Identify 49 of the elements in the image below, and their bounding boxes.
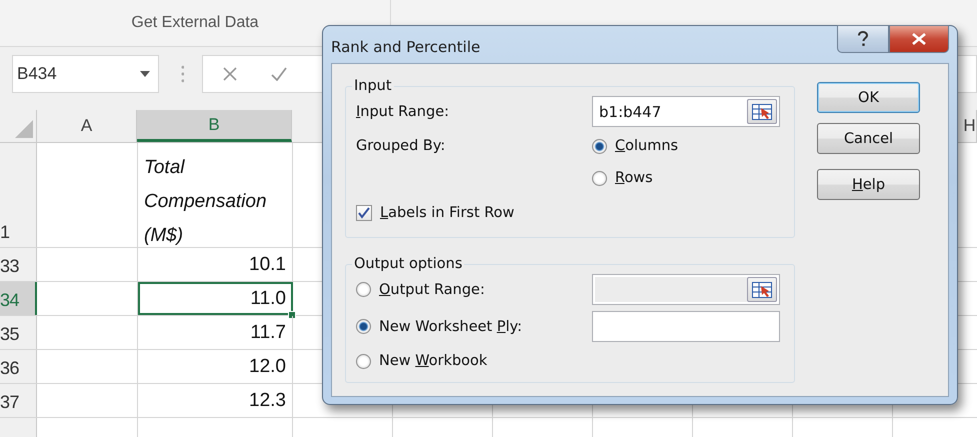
name-box[interactable]: B434 (12, 55, 159, 93)
row-header[interactable]: 34 (0, 282, 37, 315)
radio-button[interactable] (592, 170, 607, 186)
worksheet-name-field[interactable] (592, 311, 780, 342)
table-cell: 11.0 (138, 282, 293, 315)
checkbox[interactable] (356, 205, 372, 221)
dialog-button[interactable]: Cancel (817, 123, 920, 154)
radio-label: Output Range: (379, 282, 485, 298)
dialog-button[interactable]: Help (817, 169, 920, 200)
field-label: Input Range: (356, 104, 450, 120)
table-cell: 10.1 (138, 248, 293, 281)
grip-icon (180, 65, 184, 83)
input-range-field[interactable]: b1:b447 (592, 96, 780, 127)
help-button[interactable] (837, 25, 889, 53)
cancel-icon[interactable] (223, 67, 238, 81)
range-picker-icon (752, 282, 772, 298)
radio-label: New Workbook (379, 353, 488, 369)
check-icon[interactable] (271, 67, 288, 81)
dialog-button[interactable]: OK (817, 82, 920, 113)
radio-label: Columns (615, 138, 678, 154)
field-label: Grouped By: (356, 138, 446, 154)
table-cell: 11.7 (138, 316, 293, 349)
row-header[interactable]: 33 (0, 248, 37, 281)
radio-button[interactable] (356, 354, 371, 368)
column-header[interactable]: H (963, 110, 977, 142)
checkmark-icon (358, 207, 370, 219)
dropdown-caret-icon[interactable] (140, 71, 150, 77)
radio-button[interactable] (592, 138, 607, 154)
radio-label: New Worksheet Ply: (379, 318, 522, 334)
range-picker-icon (752, 104, 772, 120)
row-header[interactable]: 36 (0, 350, 37, 383)
group-title: Output options (353, 256, 464, 272)
table-cell: 12.3 (138, 384, 293, 417)
column-header[interactable]: B (137, 110, 292, 142)
table-cell: 12.0 (138, 350, 293, 383)
radio-label: Rows (615, 170, 653, 186)
row-header[interactable]: 1 (0, 143, 37, 247)
group-title: Input (353, 78, 393, 94)
checkbox-label: Labels in First Row (380, 205, 514, 221)
row-header[interactable]: 37 (0, 384, 37, 417)
ribbon-group-label: Get External Data (131, 14, 259, 32)
close-button[interactable] (889, 25, 949, 53)
row-header[interactable]: 35 (0, 316, 37, 349)
table-cell: Total Compensation (M$) (138, 143, 293, 247)
range-picker-button[interactable] (747, 99, 777, 124)
window-title: Rank and Percentile (331, 38, 480, 56)
close-icon (912, 33, 926, 45)
question-mark-icon (857, 31, 869, 47)
radio-button[interactable] (356, 319, 371, 334)
